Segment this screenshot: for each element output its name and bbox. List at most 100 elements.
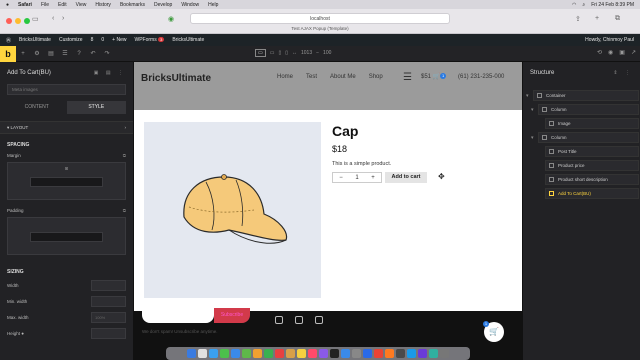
tree-item-product-price[interactable]: Product price bbox=[545, 160, 639, 171]
mail-icon[interactable] bbox=[231, 349, 240, 358]
tree-item-post-title[interactable]: Post Title bbox=[545, 146, 639, 157]
tree-item-image[interactable]: Image bbox=[545, 118, 639, 129]
pages-icon[interactable]: ▤ bbox=[44, 50, 58, 57]
help-icon[interactable]: ? bbox=[72, 51, 86, 57]
terminal-icon[interactable] bbox=[396, 349, 405, 358]
search-icon[interactable]: ⌕ bbox=[582, 2, 585, 8]
mobile-breakpoint-icon[interactable]: ▯ bbox=[285, 50, 288, 56]
menu-bookmarks[interactable]: Bookmarks bbox=[120, 2, 145, 8]
menu-safari[interactable]: Safari bbox=[18, 2, 32, 8]
wifi-icon[interactable]: ◠ bbox=[572, 2, 576, 8]
desktop-breakpoint-icon[interactable]: ▭ bbox=[255, 49, 266, 57]
tv-icon[interactable] bbox=[330, 349, 339, 358]
chevron-down-icon[interactable]: ▾ bbox=[531, 135, 534, 141]
height-input[interactable] bbox=[91, 327, 126, 339]
nav-home[interactable]: Home bbox=[277, 74, 293, 80]
section-layout[interactable]: ▾ LAYOUT › bbox=[0, 121, 133, 134]
launchpad-icon[interactable] bbox=[198, 349, 207, 358]
sidebar-icon[interactable]: ▭ bbox=[32, 15, 39, 23]
menu-develop[interactable]: Develop bbox=[154, 2, 172, 8]
add-element-icon[interactable]: + bbox=[16, 51, 30, 57]
expand-icon[interactable]: ⇕ bbox=[613, 70, 620, 76]
close-window-button[interactable] bbox=[6, 18, 12, 24]
nav-about[interactable]: About Me bbox=[330, 74, 356, 80]
minimize-window-button[interactable] bbox=[15, 18, 21, 24]
settings-icon[interactable]: ⚙ bbox=[30, 50, 44, 57]
menu-file[interactable]: File bbox=[41, 2, 49, 8]
zoom-out-icon[interactable]: − bbox=[316, 50, 319, 56]
finder-icon[interactable] bbox=[187, 349, 196, 358]
site-phone[interactable]: (61) 231-235-000 bbox=[458, 74, 504, 80]
qty-minus-button[interactable]: − bbox=[333, 173, 349, 182]
product-image[interactable] bbox=[144, 122, 321, 298]
history-icon[interactable]: ⟲ bbox=[597, 49, 602, 56]
menu-icon[interactable]: ⋮ bbox=[118, 70, 126, 76]
apple-icon[interactable]: ● bbox=[6, 2, 9, 8]
site-logo[interactable]: BricksUltimate bbox=[141, 73, 211, 84]
howdy-user[interactable]: Howdy, Chinmoy Paul bbox=[585, 37, 634, 43]
maps-icon[interactable] bbox=[242, 349, 251, 358]
floating-cart-button[interactable]: 🛒 1 bbox=[483, 321, 504, 342]
tree-item-product-short-description[interactable]: Product short description bbox=[545, 174, 639, 185]
new-link[interactable]: + New bbox=[112, 37, 126, 43]
facetime-icon[interactable] bbox=[264, 349, 273, 358]
menu-edit[interactable]: Edit bbox=[58, 2, 67, 8]
header-cart[interactable]: $51 🛒 1 bbox=[421, 73, 447, 80]
menu-history[interactable]: History bbox=[95, 2, 111, 8]
firefox-icon[interactable] bbox=[385, 349, 394, 358]
undo-icon[interactable]: ↶ bbox=[86, 50, 100, 57]
tree-item-add-to-cart[interactable]: Add To Cart(BU) bbox=[545, 188, 639, 199]
zoom-app-icon[interactable] bbox=[407, 349, 416, 358]
comments-link[interactable]: 8 bbox=[91, 37, 94, 43]
menu-help[interactable]: Help bbox=[208, 2, 218, 8]
more-icon[interactable]: ⋮ bbox=[625, 70, 633, 76]
filezilla-icon[interactable] bbox=[429, 349, 438, 358]
safari-icon[interactable] bbox=[209, 349, 218, 358]
forward-icon[interactable]: › bbox=[62, 15, 64, 22]
max-width-input[interactable]: 100% bbox=[91, 311, 126, 323]
contacts-icon[interactable] bbox=[286, 349, 295, 358]
site-link[interactable]: BricksUltimate bbox=[172, 37, 204, 43]
menu-window[interactable]: Window bbox=[181, 2, 199, 8]
tablet-breakpoint-icon[interactable]: ▯ bbox=[278, 50, 281, 56]
vscode-icon[interactable] bbox=[363, 349, 372, 358]
calendar-icon[interactable] bbox=[275, 349, 284, 358]
tree-item-column[interactable]: Column bbox=[538, 104, 639, 115]
nav-shop[interactable]: Shop bbox=[369, 74, 383, 80]
share-icon[interactable]: ⇪ bbox=[575, 15, 581, 23]
save-icon[interactable]: ▣ bbox=[619, 49, 625, 56]
instagram-icon[interactable] bbox=[315, 316, 323, 324]
app-store-icon[interactable] bbox=[341, 349, 350, 358]
address-bar[interactable]: localhost bbox=[190, 13, 450, 24]
slack-icon[interactable] bbox=[418, 349, 427, 358]
preview-icon[interactable]: ◉ bbox=[608, 49, 613, 56]
trash-icon[interactable] bbox=[440, 349, 449, 358]
clock[interactable]: Fri 24 Feb 8:39 PM bbox=[591, 2, 634, 8]
twitter-icon[interactable] bbox=[275, 316, 283, 324]
menu-view[interactable]: View bbox=[76, 2, 87, 8]
music-icon[interactable] bbox=[308, 349, 317, 358]
back-icon[interactable]: ‹ bbox=[52, 15, 54, 22]
nav-test[interactable]: Test bbox=[306, 74, 317, 80]
tab-content[interactable]: CONTENT bbox=[7, 101, 67, 114]
chrome-icon[interactable] bbox=[374, 349, 383, 358]
width-input[interactable] bbox=[91, 279, 126, 291]
qty-plus-button[interactable]: + bbox=[365, 173, 381, 182]
subscribe-email-input[interactable] bbox=[142, 308, 214, 323]
wpforms-link[interactable]: WPForms 3 bbox=[134, 37, 165, 43]
copy-icon[interactable]: ▣ bbox=[94, 70, 102, 76]
customize-link[interactable]: Customize bbox=[59, 37, 83, 43]
redo-icon[interactable]: ↷ bbox=[100, 50, 114, 57]
templates-icon[interactable]: ☰ bbox=[58, 50, 72, 57]
paste-icon[interactable]: ▤ bbox=[106, 70, 114, 76]
tab-style[interactable]: STYLE bbox=[66, 101, 126, 114]
margin-box[interactable]: 8 bbox=[7, 162, 126, 200]
privacy-shield-icon[interactable]: ◉ bbox=[168, 15, 174, 23]
hamburger-icon[interactable]: ☰ bbox=[403, 72, 412, 83]
facebook-icon[interactable] bbox=[295, 316, 303, 324]
add-to-cart-button[interactable]: Add to cart bbox=[385, 172, 427, 183]
notes-icon[interactable] bbox=[297, 349, 306, 358]
messages-icon[interactable] bbox=[220, 349, 229, 358]
updates-link[interactable]: 0 bbox=[101, 37, 104, 43]
chevron-down-icon[interactable]: ▾ bbox=[526, 93, 529, 99]
